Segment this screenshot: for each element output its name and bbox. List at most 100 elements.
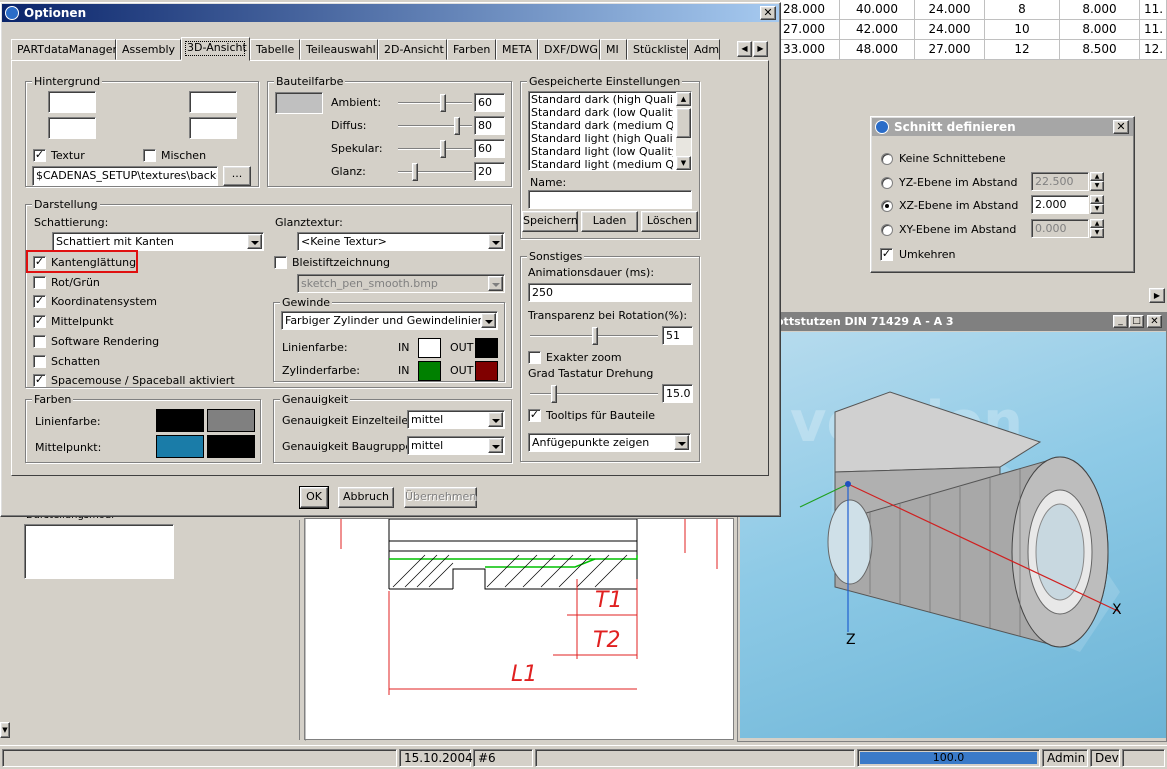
bauteil-slider-thumb[interactable] — [440, 140, 446, 158]
gewinde-select[interactable]: Farbiger Zylinder und Gewindelinien — [281, 311, 498, 330]
chevron-down-icon[interactable] — [674, 435, 689, 450]
transparenz-input[interactable]: 51 — [662, 326, 693, 345]
grad-thumb[interactable] — [550, 385, 557, 403]
tooltips-checkbox[interactable]: ✓ — [528, 409, 541, 422]
darstellung-checkbox[interactable]: ✓ — [33, 295, 46, 309]
transparenz-thumb[interactable] — [592, 327, 599, 345]
chevron-down-icon[interactable] — [247, 234, 262, 249]
bg-color-bottomright[interactable] — [189, 117, 237, 139]
view3d-canvas[interactable]: version X Z — [740, 332, 1166, 738]
spin-up-button[interactable]: ▲ — [1090, 218, 1104, 228]
bg-color-topleft[interactable] — [48, 91, 96, 113]
bauteil-slider[interactable] — [398, 94, 472, 112]
tab-partdatamanager[interactable]: PARTdataManager — [11, 39, 117, 60]
darstellung-checkbox[interactable]: ✓ — [33, 374, 46, 388]
saved-setting-item[interactable]: Standard light (medium Quality — [531, 158, 673, 170]
schnitt-radio[interactable] — [881, 176, 893, 189]
bleistift-checkbox[interactable] — [274, 256, 287, 269]
apply-button[interactable]: Übernehmen — [404, 487, 477, 508]
gewinde-cyl-in-swatch[interactable] — [418, 361, 441, 381]
gewinde-line-out-swatch[interactable] — [475, 338, 498, 358]
exakter-zoom-checkbox[interactable] — [528, 351, 541, 364]
texture-path-input[interactable]: $CADENAS_SETUP\textures\backgr — [32, 166, 218, 186]
textur-checkbox[interactable]: ✓ — [33, 149, 46, 162]
chevron-down-icon[interactable] — [481, 313, 496, 328]
saved-setting-item[interactable]: Standard dark (high Quality) — [531, 93, 673, 106]
schnitt-distance-input[interactable]: 0.000 — [1031, 218, 1089, 238]
farben-line-color-1[interactable] — [156, 409, 204, 432]
schnitt-distance-input[interactable]: 2.000 — [1031, 195, 1089, 214]
spin-up-button[interactable]: ▲ — [1090, 195, 1104, 204]
tab-dxf-dwg[interactable]: DXF/DWG — [538, 39, 600, 60]
name-input[interactable] — [528, 190, 692, 209]
grad-slider[interactable] — [530, 385, 658, 403]
bauteil-slider-thumb[interactable] — [454, 117, 460, 135]
farben-mid-color-1[interactable] — [156, 435, 204, 458]
tab-admi[interactable]: Admi — [688, 39, 720, 60]
tab-assembly[interactable]: Assembly — [116, 39, 181, 60]
gewinde-line-in-swatch[interactable] — [418, 338, 441, 358]
bauteil-slider-value[interactable]: 60 — [474, 139, 505, 158]
bg-color-topright[interactable] — [189, 91, 237, 113]
schnitt-radio[interactable] — [881, 223, 893, 236]
schnitt-distance-input[interactable]: 22.500 — [1031, 171, 1089, 191]
saved-setting-item[interactable]: Standard dark (medium Quality — [531, 119, 673, 132]
delete-settings-button[interactable]: Löschen — [641, 211, 698, 232]
baugruppen-select[interactable]: mittel — [407, 436, 505, 455]
saved-setting-item[interactable]: Standard light (low Quality) — [531, 145, 673, 158]
tab-scroll-right[interactable]: ▶ — [753, 41, 768, 57]
schnitt-close-button[interactable]: ✕ — [1113, 120, 1129, 134]
save-settings-button[interactable]: Speichern — [522, 211, 578, 232]
schattierung-select[interactable]: Schattiert mit Kanten — [52, 232, 264, 251]
bauteil-slider-thumb[interactable] — [412, 163, 418, 181]
bg-color-bottomleft[interactable] — [48, 117, 96, 139]
anfuege-select[interactable]: Anfügepunkte zeigen — [528, 433, 691, 452]
chevron-down-icon[interactable] — [488, 412, 503, 427]
tab-farben[interactable]: Farben — [447, 39, 496, 60]
tab-2d-ansicht[interactable]: 2D-Ansicht — [378, 39, 447, 60]
schnitt-radio[interactable] — [881, 200, 893, 212]
darstellung-checkbox[interactable] — [33, 354, 46, 368]
saved-settings-list[interactable]: Standard dark (high Quality) Standard dar… — [528, 91, 692, 171]
darstellung-checkbox[interactable] — [33, 275, 46, 289]
einzelteile-select[interactable]: mittel — [407, 410, 505, 429]
glanztextur-select[interactable]: <Keine Textur> — [297, 232, 505, 251]
tab-mi[interactable]: MI — [600, 39, 627, 60]
bauteil-slider-value[interactable]: 60 — [474, 93, 505, 112]
optionen-close-button[interactable]: ✕ — [760, 6, 776, 20]
spin-down-button[interactable]: ▼ — [1090, 204, 1104, 214]
texture-browse-button[interactable]: ... — [223, 166, 251, 186]
minimize-button[interactable]: _ — [1113, 315, 1128, 328]
chevron-down-icon[interactable] — [488, 438, 503, 453]
tab-scroll-left[interactable]: ◀ — [737, 41, 752, 57]
schnitt-radio[interactable] — [881, 153, 893, 165]
bauteil-slider-value[interactable]: 20 — [474, 162, 505, 181]
bauteil-slider[interactable] — [398, 117, 472, 135]
darstellung-checkbox[interactable]: ✓ — [33, 315, 46, 329]
spin-up-button[interactable]: ▲ — [1090, 171, 1104, 181]
gewinde-cyl-out-swatch[interactable] — [475, 361, 498, 381]
saved-list-scrollbar[interactable]: ▲ ▼ — [676, 92, 691, 170]
farben-mid-color-2[interactable] — [207, 435, 255, 458]
bauteil-slider[interactable] — [398, 140, 472, 158]
spin-down-button[interactable]: ▼ — [1090, 227, 1104, 238]
transparenz-slider[interactable] — [530, 327, 658, 345]
umkehren-checkbox[interactable]: ✓ — [880, 248, 893, 261]
darstellung-checkbox[interactable] — [33, 334, 46, 348]
bauteil-slider[interactable] — [398, 163, 472, 181]
bauteil-slider-value[interactable]: 80 — [474, 116, 505, 135]
grad-input[interactable]: 15.0 — [662, 384, 693, 403]
spin-down-button[interactable]: ▼ — [1090, 180, 1104, 191]
mischen-checkbox[interactable] — [143, 149, 156, 162]
bauteil-slider-thumb[interactable] — [440, 94, 446, 112]
tab-st-ckliste[interactable]: Stückliste — [627, 39, 688, 60]
bauteilfarbe-swatch[interactable] — [275, 92, 323, 114]
tab-teileauswahl[interactable]: Teileauswahl — [300, 39, 378, 60]
close-view-button[interactable]: ✕ — [1147, 315, 1162, 328]
ok-button[interactable]: OK — [299, 486, 329, 509]
load-settings-button[interactable]: Laden — [581, 211, 638, 232]
cancel-button[interactable]: Abbruch — [338, 487, 394, 508]
saved-setting-item[interactable]: Standard dark (low Quality) — [531, 106, 673, 119]
chevron-down-icon[interactable] — [488, 234, 503, 249]
maximize-button[interactable]: □ — [1129, 315, 1144, 328]
